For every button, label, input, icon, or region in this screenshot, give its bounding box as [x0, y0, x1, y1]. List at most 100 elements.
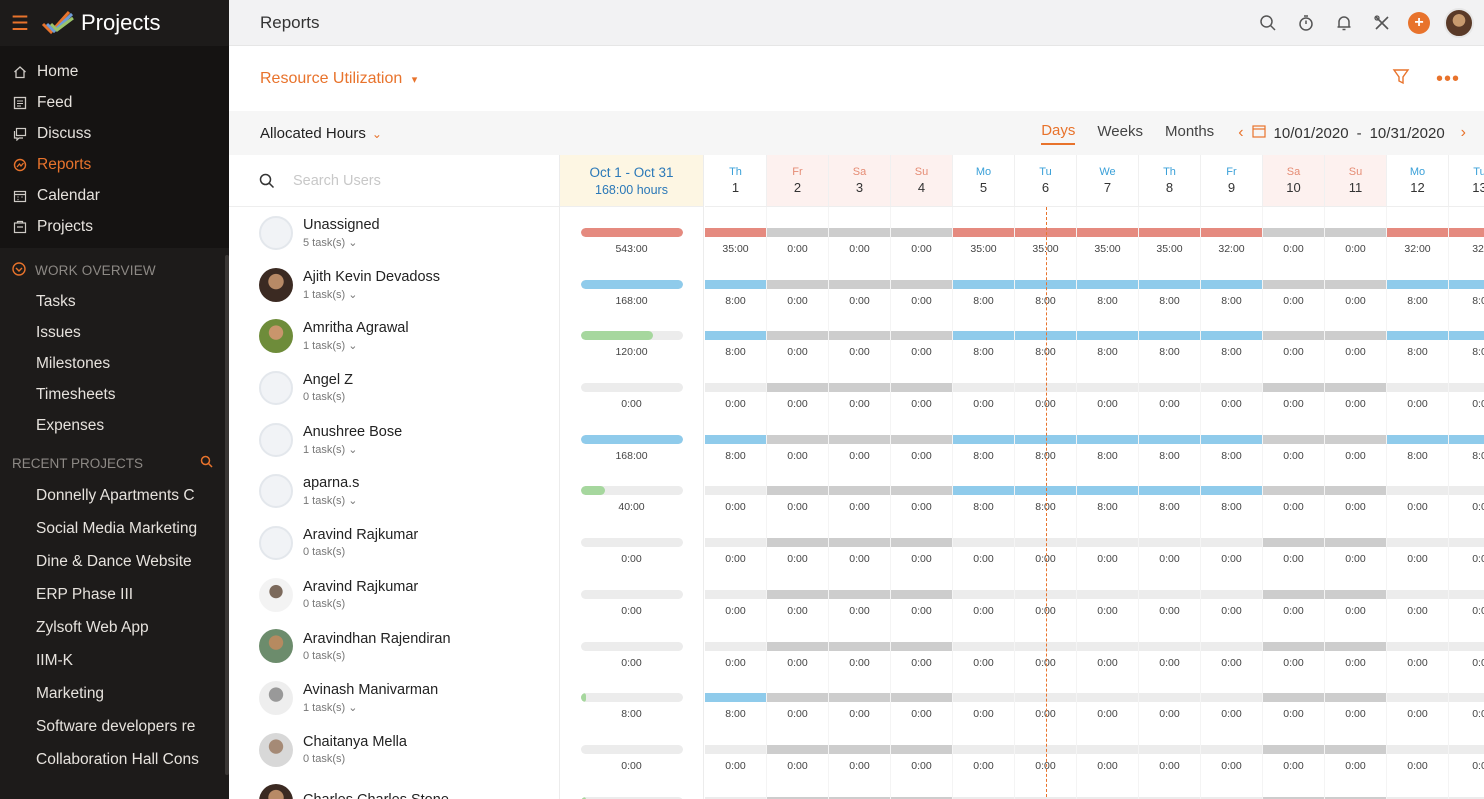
chevron-down-icon[interactable]: ⌄ — [345, 289, 357, 301]
chevron-down-icon[interactable]: ⌄ — [345, 495, 357, 507]
day-cell[interactable]: 8:00 — [705, 672, 767, 724]
day-cell[interactable]: 8:00 — [1201, 310, 1263, 363]
day-cell[interactable]: 0:00 — [1325, 413, 1387, 466]
recent-project-item[interactable]: ERP Phase III — [0, 578, 200, 611]
tab-weeks[interactable]: Weeks — [1097, 123, 1143, 144]
day-cell[interactable]: 0:00 — [1263, 723, 1325, 776]
chevron-down-icon[interactable]: ⌄ — [345, 702, 357, 714]
day-cell[interactable]: 0:00 — [767, 258, 829, 311]
day-cell[interactable]: 8:00 — [1387, 310, 1449, 363]
day-cell[interactable]: 32:00 — [1387, 207, 1449, 259]
day-cell[interactable]: 35:00 — [1077, 207, 1139, 259]
user-row[interactable]: Ajith Kevin Devadoss 1 task(s) ⌄ — [229, 259, 559, 311]
day-cell[interactable]: 0:00 — [767, 517, 829, 569]
day-cell[interactable]: 0:00 — [1263, 413, 1325, 466]
task-count[interactable]: 0 task(s) — [303, 650, 451, 662]
day-cell[interactable]: 0:00 — [1139, 517, 1201, 569]
day-cell[interactable]: 8:00 — [1387, 413, 1449, 466]
day-cell[interactable]: 0:00 — [1077, 672, 1139, 724]
user-row[interactable]: Amritha Agrawal 1 task(s) ⌄ — [229, 310, 559, 362]
day-cell[interactable]: 0:00 — [1077, 362, 1139, 414]
day-cell[interactable]: 0:00 — [767, 723, 829, 776]
user-row[interactable]: Aravind Rajkumar 0 task(s) — [229, 569, 559, 621]
day-cell[interactable]: 0:00 — [829, 258, 891, 311]
day-cell[interactable]: 0:00 — [829, 672, 891, 724]
day-cell[interactable]: 8:00 — [1139, 413, 1201, 466]
recent-project-item[interactable]: IIM-K — [0, 644, 200, 677]
user-row[interactable]: Aravindhan Rajendiran 0 task(s) — [229, 621, 559, 673]
day-cell[interactable]: 8:00 — [705, 258, 767, 311]
day-cell[interactable] — [1449, 776, 1484, 799]
day-cell[interactable] — [767, 775, 829, 799]
day-cell[interactable]: 8:00 — [953, 258, 1015, 311]
day-cell[interactable]: 0:00 — [953, 672, 1015, 724]
task-count[interactable]: 1 task(s) ⌄ — [303, 701, 438, 714]
task-count[interactable]: 0 task(s) — [303, 546, 418, 558]
day-cell[interactable]: 0:0 — [1449, 621, 1484, 673]
day-cell[interactable]: 0:00 — [1139, 620, 1201, 673]
day-cell[interactable]: 0:00 — [891, 723, 953, 776]
day-cell[interactable]: 0:00 — [1201, 620, 1263, 673]
day-cell[interactable] — [705, 775, 767, 799]
day-cell[interactable]: 0:0 — [1449, 672, 1484, 724]
filter-icon[interactable] — [1392, 67, 1410, 90]
chevron-down-icon[interactable]: ⌄ — [345, 444, 357, 456]
day-cell[interactable]: 0:00 — [829, 362, 891, 414]
day-cell[interactable]: 8:00 — [705, 413, 767, 466]
day-cell[interactable]: 0:00 — [953, 723, 1015, 776]
day-cell[interactable]: 8:00 — [705, 310, 767, 363]
day-cell[interactable]: 0:00 — [829, 723, 891, 776]
day-cell[interactable]: 8:00 — [1387, 258, 1449, 311]
day-cell[interactable]: 0:00 — [1325, 672, 1387, 724]
day-cell[interactable]: 0:00 — [1263, 207, 1325, 259]
day-cell[interactable]: 8:00 — [1077, 310, 1139, 363]
day-cell[interactable]: 8:00 — [953, 413, 1015, 466]
day-cell[interactable]: 0:00 — [1325, 207, 1387, 259]
day-cell[interactable]: 0:00 — [1325, 465, 1387, 518]
day-cell[interactable]: 8:0 — [1449, 310, 1484, 362]
day-cell[interactable]: 0:00 — [1201, 517, 1263, 569]
day-cell[interactable]: 0:00 — [1077, 620, 1139, 673]
user-row[interactable]: Angel Z 0 task(s) — [229, 362, 559, 414]
day-cell[interactable]: 0:00 — [953, 620, 1015, 673]
user-name[interactable]: Anushree Bose — [303, 424, 402, 440]
day-cell[interactable]: 0:00 — [1077, 723, 1139, 776]
sidebar-item-expenses[interactable]: Expenses — [0, 410, 229, 441]
bell-icon[interactable] — [1332, 11, 1356, 35]
task-count[interactable]: 1 task(s) ⌄ — [303, 288, 440, 301]
recent-project-item[interactable]: Dine & Dance Website — [0, 545, 200, 578]
day-cell[interactable]: 8:00 — [1201, 258, 1263, 311]
day-cell[interactable]: 0:00 — [953, 517, 1015, 569]
sidebar-item-calendar[interactable]: Calendar — [0, 180, 229, 211]
day-cell[interactable]: 8:0 — [1449, 414, 1484, 466]
day-cell[interactable]: 8:00 — [1139, 465, 1201, 518]
day-cell[interactable]: 32: — [1449, 207, 1484, 259]
day-cell[interactable]: 0:0 — [1449, 724, 1484, 776]
day-cell[interactable]: 0:00 — [891, 362, 953, 414]
day-cell[interactable]: 8:00 — [953, 310, 1015, 363]
user-row[interactable]: Unassigned 5 task(s) ⌄ — [229, 207, 559, 259]
day-cell[interactable]: 0:00 — [767, 568, 829, 621]
day-cell[interactable]: 0:00 — [705, 362, 767, 414]
user-name[interactable]: Angel Z — [303, 372, 353, 388]
day-cell[interactable]: 0:00 — [891, 258, 953, 311]
chevron-down-icon[interactable]: ⌄ — [345, 237, 357, 249]
day-cell[interactable]: 0:00 — [1139, 723, 1201, 776]
task-count[interactable]: 0 task(s) — [303, 391, 353, 403]
day-cell[interactable]: 0:00 — [767, 620, 829, 673]
day-cell[interactable]: 0:00 — [1387, 620, 1449, 673]
day-cell[interactable]: 0:00 — [1263, 517, 1325, 569]
day-cell[interactable]: 32:00 — [1201, 207, 1263, 259]
task-count[interactable]: 1 task(s) ⌄ — [303, 443, 402, 456]
day-cell[interactable]: 8:00 — [1077, 465, 1139, 518]
date-from[interactable]: 10/01/2020 — [1274, 125, 1349, 142]
day-cell[interactable]: 0:00 — [1387, 517, 1449, 569]
next-arrow-icon[interactable]: › — [1461, 124, 1466, 142]
sidebar-item-reports[interactable]: Reports — [0, 149, 229, 180]
sidebar-item-milestones[interactable]: Milestones — [0, 348, 229, 379]
day-cell[interactable]: 0:00 — [1263, 568, 1325, 621]
date-to[interactable]: 10/31/2020 — [1370, 125, 1445, 142]
user-row[interactable]: Charles Charles Stone — [229, 776, 559, 799]
day-cell[interactable]: 0:00 — [705, 465, 767, 518]
day-cell[interactable]: 0:00 — [891, 620, 953, 673]
